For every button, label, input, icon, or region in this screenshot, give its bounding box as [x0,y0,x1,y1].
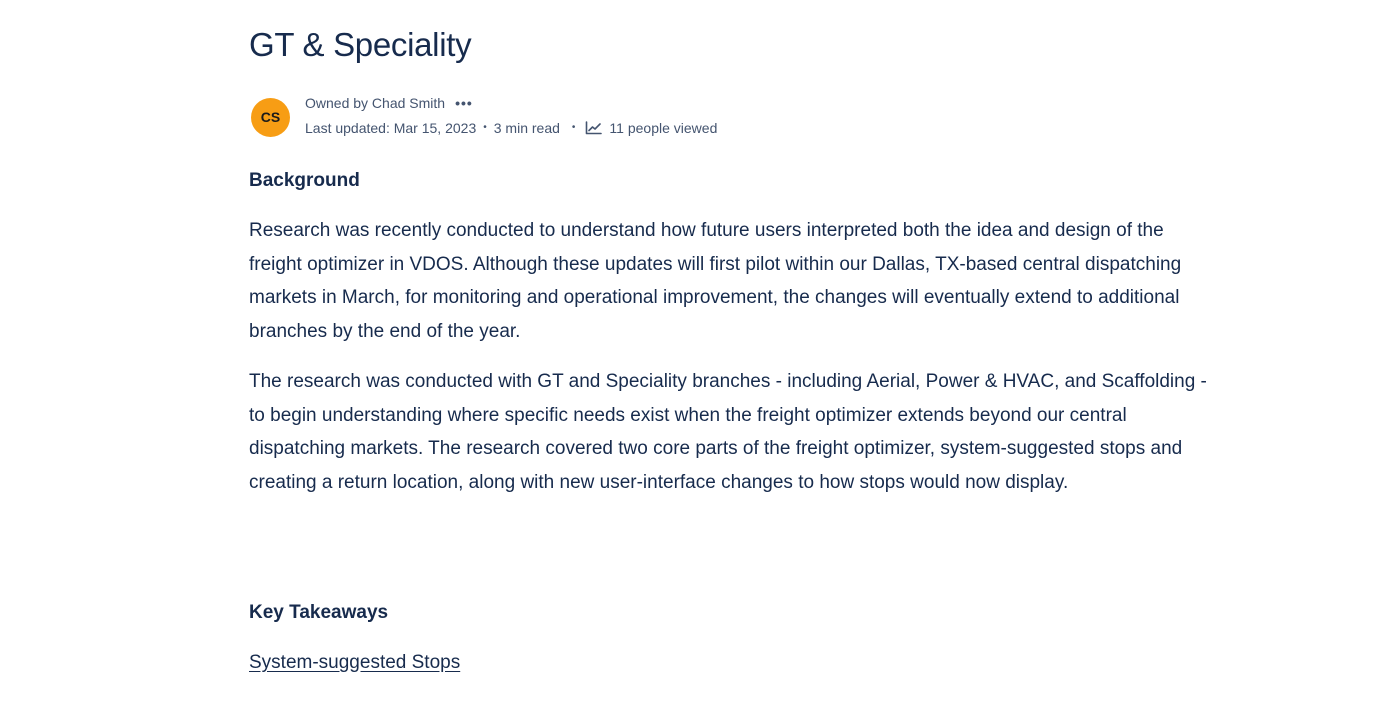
owner-line: Owned by Chad Smith ••• [305,94,473,112]
more-actions-button[interactable]: ••• [455,94,473,112]
page-byline: CS Owned by Chad Smith ••• Last updated:… [249,93,949,139]
last-updated-text[interactable]: Last updated: Mar 15, 2023 [305,119,476,137]
system-suggested-stops-link[interactable]: System-suggested Stops [249,651,460,675]
avatar[interactable]: CS [251,98,290,137]
separator-dot: • [571,122,576,133]
page-title: GT & Speciality [249,26,472,63]
metadata-line: Last updated: Mar 15, 2023 • 3 min read … [305,119,717,137]
owner-text[interactable]: Owned by Chad Smith [305,94,445,112]
separator-dot: • [483,122,487,133]
views-count-text[interactable]: 11 people viewed [609,119,717,137]
section-heading-background: Background [249,170,360,191]
background-paragraph-1: Research was recently conducted to under… [249,220,1182,342]
read-time-text: 3 min read [493,120,560,136]
analytics-chart-icon[interactable] [585,121,603,135]
section-heading-key-takeaways: Key Takeaways [249,602,389,623]
background-paragraph-2: The research was conducted with GT and S… [249,371,1207,493]
